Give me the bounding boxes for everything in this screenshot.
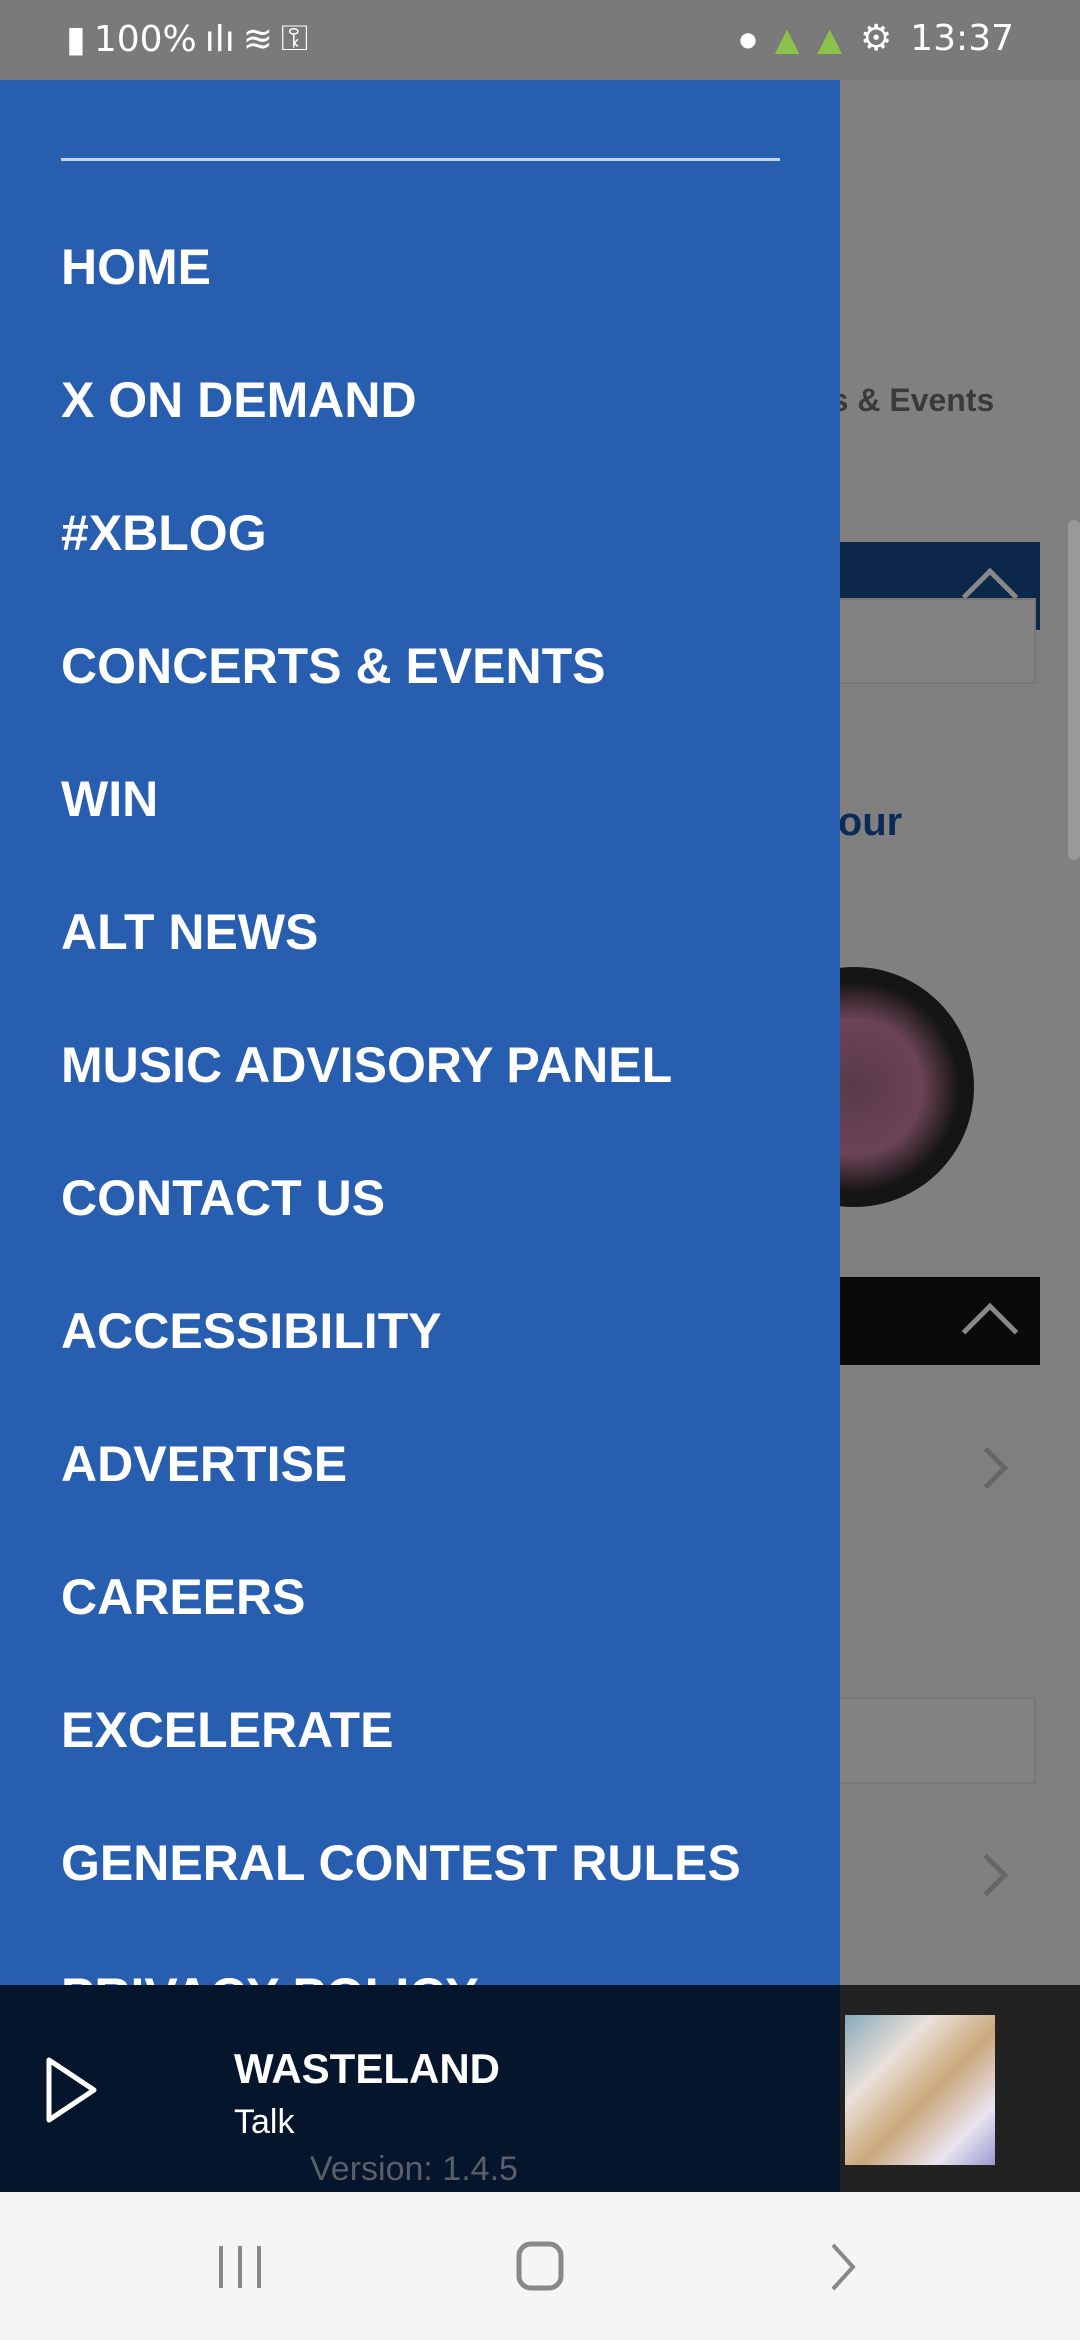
- settings-gear-icon: ⚙: [859, 18, 893, 59]
- divider: [61, 158, 780, 161]
- app-version: Version: 1.4.5: [310, 2150, 518, 2188]
- navigation-drawer: HOME X ON DEMAND #XBLOG CONCERTS & EVENT…: [0, 80, 840, 1985]
- back-icon[interactable]: [828, 2242, 858, 2292]
- menu-item-xblog[interactable]: #XBLOG: [61, 493, 741, 626]
- recent-apps-icon[interactable]: [215, 2242, 265, 2292]
- battery-charging-icon: ▮: [66, 18, 86, 60]
- menu-item-general-contest-rules[interactable]: GENERAL CONTEST RULES: [61, 1823, 741, 1956]
- signal-icon: ılı: [204, 18, 235, 60]
- vpn-key-icon: ⚿: [280, 18, 309, 59]
- chevron-up-icon: [961, 1302, 1019, 1360]
- android-icon: ▲: [817, 19, 842, 58]
- system-navigation-bar: [0, 2192, 1080, 2340]
- wifi-icon: ≋: [242, 18, 273, 60]
- menu-item-home[interactable]: HOME: [61, 227, 741, 360]
- menu-item-contact-us[interactable]: CONTACT US: [61, 1158, 741, 1291]
- menu-item-advertise[interactable]: ADVERTISE: [61, 1424, 741, 1557]
- android-icon: ▲: [774, 19, 800, 58]
- chevron-right-icon: [965, 1853, 1009, 1897]
- chevron-right-icon: [965, 1446, 1009, 1490]
- clock: 13:37: [910, 18, 1014, 59]
- background-tab-label: ts & Events: [820, 382, 995, 418]
- status-bar: ▮ 100% ılı ≋ ⚿ ● ▲ ▲ ⚙ 13:37: [0, 0, 1080, 80]
- battery-level: 100%: [93, 18, 197, 60]
- notification-dot-icon: ●: [739, 26, 757, 51]
- track-title: WASTELAND: [234, 2045, 500, 2092]
- menu-item-music-advisory-panel[interactable]: MUSIC ADVISORY PANEL: [61, 1025, 741, 1158]
- drawer-menu: HOME X ON DEMAND #XBLOG CONCERTS & EVENT…: [61, 227, 741, 1985]
- menu-item-accessibility[interactable]: ACCESSIBILITY: [61, 1291, 741, 1424]
- menu-item-excelerate[interactable]: EXCELERATE: [61, 1690, 741, 1823]
- menu-item-privacy-policy[interactable]: PRIVACY POLICY: [61, 1956, 741, 1985]
- track-subtitle: Talk: [234, 2103, 295, 2141]
- scrollbar: [1068, 520, 1080, 860]
- menu-item-win[interactable]: WIN: [61, 759, 741, 892]
- play-icon[interactable]: [44, 2055, 104, 2125]
- menu-item-careers[interactable]: CAREERS: [61, 1557, 741, 1690]
- menu-item-x-on-demand[interactable]: X ON DEMAND: [61, 360, 741, 493]
- menu-item-alt-news[interactable]: ALT NEWS: [61, 892, 741, 1025]
- menu-item-concerts-events[interactable]: CONCERTS & EVENTS: [61, 626, 741, 759]
- album-art: [845, 2015, 995, 2165]
- home-icon[interactable]: [515, 2240, 565, 2292]
- mini-player[interactable]: Version: 1.4.5 WASTELAND Talk: [0, 1985, 1080, 2192]
